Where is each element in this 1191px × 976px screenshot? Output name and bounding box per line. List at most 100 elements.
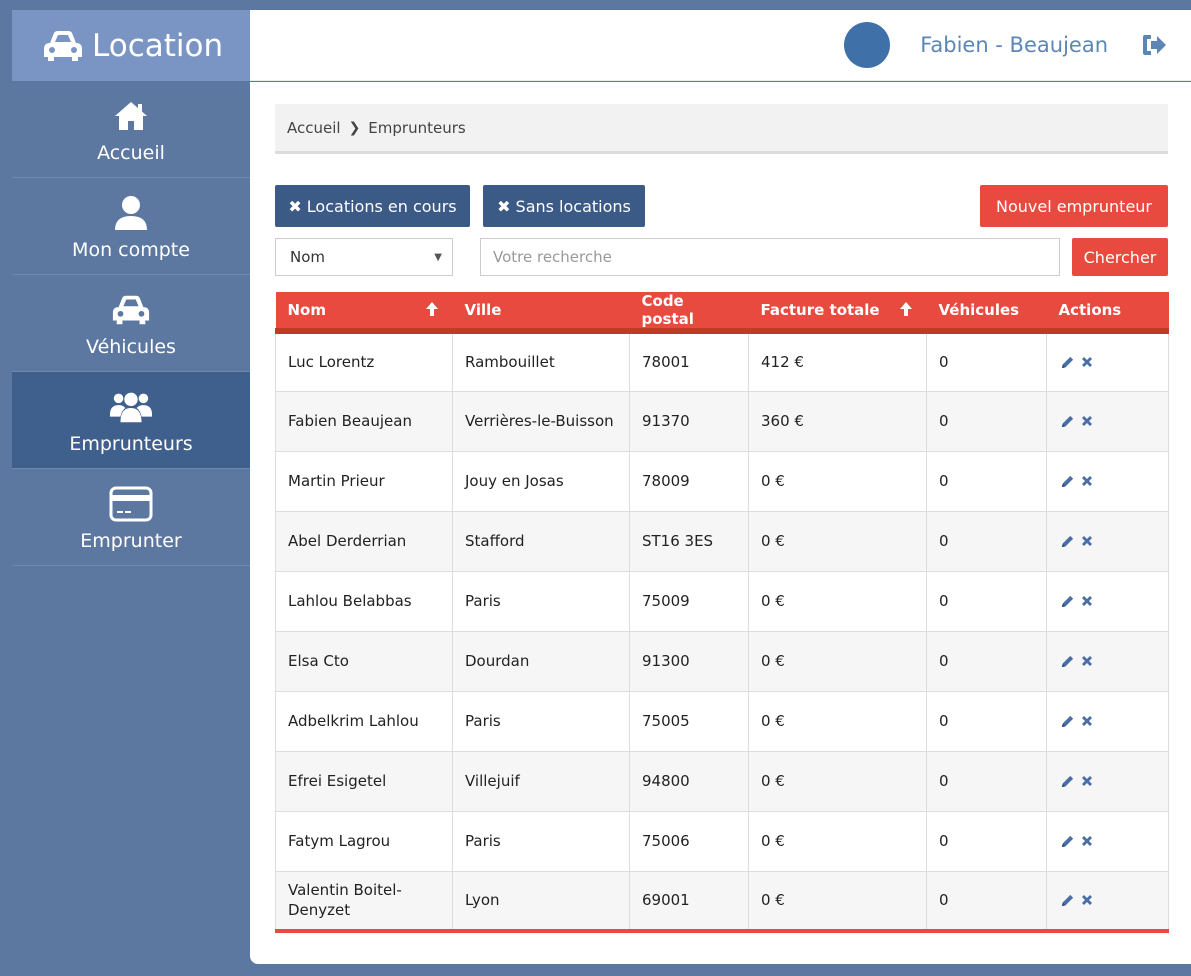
row-actions (1059, 653, 1156, 669)
sidebar-item-label: Véhicules (86, 336, 176, 358)
pencil-icon[interactable] (1059, 892, 1075, 908)
search-input[interactable] (480, 238, 1060, 276)
breadcrumb-current: Emprunteurs (368, 118, 466, 137)
cell-code-postal: 78009 (629, 450, 749, 512)
pencil-icon[interactable] (1059, 773, 1075, 789)
delete-icon[interactable] (1079, 833, 1095, 849)
table-row[interactable]: Fatym Lagrou Paris 75006 0 €0 (275, 810, 1169, 872)
pencil-icon[interactable] (1059, 713, 1075, 729)
main-content: Accueil ❯ Emprunteurs ✖ Locations en cou… (250, 82, 1191, 964)
cell-actions (1046, 750, 1169, 812)
nouvel-emprunteur-button[interactable]: Nouvel emprunteur (980, 185, 1168, 227)
delete-icon[interactable] (1079, 473, 1095, 489)
brand[interactable]: Location (12, 10, 250, 81)
caret-down-icon: ▼ (434, 251, 442, 263)
pencil-icon[interactable] (1059, 354, 1075, 370)
pencil-icon[interactable] (1059, 653, 1075, 669)
cell-ville: Rambouillet (452, 330, 630, 392)
table-row[interactable]: Adbelkrim Lahlou Paris 75005 0 €0 (275, 690, 1169, 752)
cell-nom: Adbelkrim Lahlou (275, 690, 453, 752)
cell-code-postal: 75005 (629, 690, 749, 752)
cell-code-postal: 91300 (629, 630, 749, 692)
button-label: Locations en cours (306, 196, 457, 216)
cell-vehicules: 0 (926, 870, 1047, 933)
delete-icon[interactable] (1079, 533, 1095, 549)
sidebar-item-label: Emprunteurs (69, 433, 193, 455)
cell-actions (1046, 450, 1169, 512)
delete-icon[interactable] (1079, 354, 1095, 370)
table-row[interactable]: Abel Derderrian Stafford ST16 3ES 0 €0 (275, 510, 1169, 572)
user-name[interactable]: Fabien - Beaujean (920, 33, 1108, 57)
table-row[interactable]: Efrei Esigetel Villejuif 94800 0 €0 (275, 750, 1169, 812)
cell-code-postal: ST16 3ES (629, 510, 749, 572)
cell-vehicules: 0 (926, 570, 1047, 632)
column-header-facture-totale[interactable]: Facture totale (748, 292, 927, 334)
cell-facture-totale: 0 € (748, 570, 927, 632)
cell-code-postal: 91370 (629, 390, 749, 452)
table-row[interactable]: Martin Prieur Jouy en Josas 78009 0 €0 (275, 450, 1169, 512)
cell-actions (1046, 390, 1169, 452)
sign-out-icon[interactable] (1141, 31, 1169, 59)
column-header-ville[interactable]: Ville (452, 292, 630, 334)
column-label: Nom (287, 301, 327, 319)
user-icon (109, 191, 153, 235)
filter-sans-locations-button[interactable]: ✖ Sans locations (483, 185, 645, 227)
cell-nom: Efrei Esigetel (275, 750, 453, 812)
pencil-icon[interactable] (1059, 593, 1075, 609)
cell-ville: Villejuif (452, 750, 630, 812)
select-value: Nom (290, 248, 326, 266)
cell-actions (1046, 510, 1169, 572)
row-actions (1059, 773, 1156, 789)
cell-vehicules: 0 (926, 690, 1047, 752)
sidebar-item-mon-compte[interactable]: Mon compte (12, 178, 250, 275)
cell-code-postal: 69001 (629, 870, 749, 933)
column-header-vehicules[interactable]: Véhicules (926, 292, 1047, 334)
row-actions (1059, 473, 1156, 489)
table-row[interactable]: Elsa Cto Dourdan 91300 0 €0 (275, 630, 1169, 692)
sidebar-item-label: Accueil (97, 142, 165, 164)
close-icon: ✖ (497, 196, 511, 216)
table-row[interactable]: Fabien Beaujean Verrières-le-Buisson 91370… (275, 390, 1169, 452)
cell-actions (1046, 330, 1169, 392)
delete-icon[interactable] (1079, 713, 1095, 729)
row-actions (1059, 413, 1156, 429)
table-row[interactable]: Valentin Boitel-Denyzet Lyon 69001 0 €0 (275, 870, 1169, 933)
cell-facture-totale: 360 € (748, 390, 927, 452)
table-row[interactable]: Lahlou Belabbas Paris 75009 0 €0 (275, 570, 1169, 632)
pencil-icon[interactable] (1059, 833, 1075, 849)
car-icon (42, 28, 86, 64)
row-actions (1059, 713, 1156, 729)
sidebar-item-vehicules[interactable]: Véhicules (12, 275, 250, 372)
cell-ville: Dourdan (452, 630, 630, 692)
cell-ville: Jouy en Josas (452, 450, 630, 512)
sidebar-item-label: Emprunter (80, 530, 182, 552)
delete-icon[interactable] (1079, 593, 1095, 609)
button-label: Sans locations (515, 196, 631, 216)
cell-ville: Lyon (452, 870, 630, 933)
breadcrumb-home[interactable]: Accueil (287, 119, 341, 137)
column-header-nom[interactable]: Nom (275, 292, 453, 334)
row-actions (1059, 593, 1156, 609)
cell-actions (1046, 570, 1169, 632)
delete-icon[interactable] (1079, 773, 1095, 789)
pencil-icon[interactable] (1059, 533, 1075, 549)
table-row[interactable]: Luc Lorentz Rambouillet 78001 412 €0 (275, 330, 1169, 392)
delete-icon[interactable] (1079, 892, 1095, 908)
cell-code-postal: 75006 (629, 810, 749, 872)
delete-icon[interactable] (1079, 653, 1095, 669)
arrow-up-icon[interactable] (899, 301, 913, 317)
pencil-icon[interactable] (1059, 473, 1075, 489)
pencil-icon[interactable] (1059, 413, 1075, 429)
column-header-code-postal[interactable]: Code postal (629, 292, 749, 334)
cell-actions (1046, 630, 1169, 692)
cell-nom: Lahlou Belabbas (275, 570, 453, 632)
search-field-select[interactable]: Nom ▼ (275, 238, 453, 276)
sidebar-item-emprunter[interactable]: Emprunter (12, 469, 250, 566)
arrow-up-icon[interactable] (425, 301, 439, 317)
search-button[interactable]: Chercher (1072, 238, 1168, 276)
sidebar-item-accueil[interactable]: Accueil (12, 81, 250, 178)
sidebar-item-emprunteurs[interactable]: Emprunteurs (12, 372, 250, 469)
avatar[interactable] (844, 22, 891, 68)
filter-locations-en-cours-button[interactable]: ✖ Locations en cours (275, 185, 470, 227)
delete-icon[interactable] (1079, 413, 1095, 429)
